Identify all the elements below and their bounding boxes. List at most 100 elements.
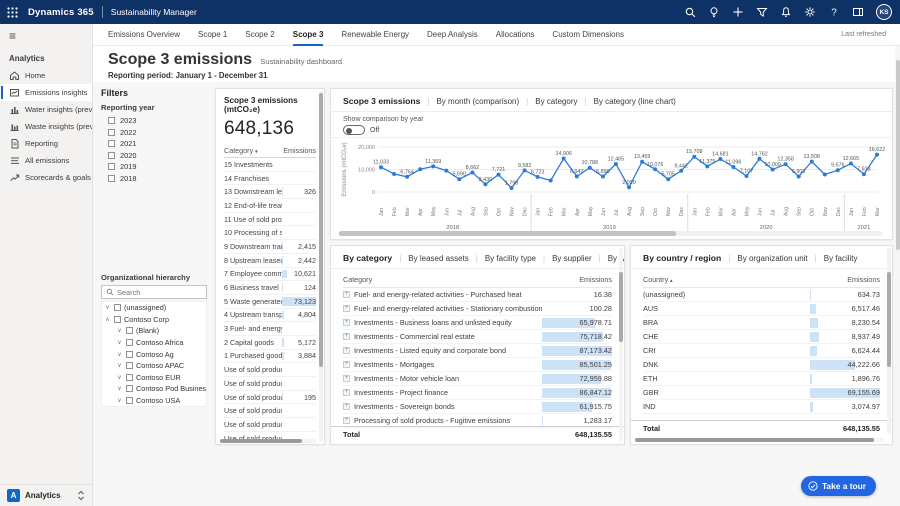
app-name[interactable]: Sustainability Manager [111,7,197,17]
lightbulb-icon[interactable] [704,2,724,22]
expand-icon[interactable]: + [343,333,350,340]
category-vertical-scrollbar[interactable] [619,248,623,442]
table-row[interactable]: +Fuel- and energy-related activities - P… [343,288,612,302]
chevron-down-icon[interactable]: ∨ [116,374,123,381]
chart-tab-by-category-line-chart[interactable]: By category (line chart) [594,97,676,106]
table-row[interactable]: +Fuel- and energy-related activities - S… [343,302,612,316]
tree-node-unassigned[interactable]: ∨(unassigned) [102,302,206,314]
chevron-down-icon[interactable]: ∨ [116,351,123,358]
tab-scope-1[interactable]: Scope 1 [198,24,227,46]
line-chart[interactable]: 010,00020,000Emissions (mtCO₂e)201820192… [331,138,892,234]
category-tab-by-facility-type[interactable]: By facility type [485,254,536,263]
tree-node-contoso-apac[interactable]: ∨Contoso APAC [102,360,206,372]
table-row[interactable]: 6 Business travel124 [224,281,316,295]
table-row[interactable]: BRA8,230.54 [643,316,880,330]
expand-icon[interactable]: + [343,417,350,424]
category-table-header[interactable]: Category Emissions [343,271,612,288]
tree-node-blank[interactable]: ∨(Blank) [102,325,206,337]
table-row[interactable]: (unassigned)634.73 [643,288,880,302]
feedback-icon[interactable] [848,2,868,22]
tree-node-contoso-pod-business[interactable]: ∨Contoso Pod Business [102,383,206,395]
tab-renewable-energy[interactable]: Renewable Energy [341,24,409,46]
checkbox[interactable] [108,152,115,159]
tab-scope-3[interactable]: Scope 3 [293,24,324,46]
category-tab-by-supplier[interactable]: By supplier [552,254,592,263]
table-row[interactable]: +Investments - Listed equity and corpora… [343,344,612,358]
table-row[interactable]: +Investments - Sovereign bonds61,915.75 [343,400,612,414]
checkbox[interactable] [108,163,115,170]
sidebar-item-home[interactable]: Home [0,67,92,84]
settings-icon[interactable] [800,2,820,22]
org-search-box[interactable] [101,285,207,299]
checkbox[interactable] [126,397,133,404]
year-filter-2021[interactable]: 2021 [101,138,207,150]
filter-icon[interactable] [752,2,772,22]
checkbox[interactable] [108,140,115,147]
tree-node-contoso-corp[interactable]: ∧Contoso Corp [102,314,206,326]
table-row[interactable]: Use of sold product... [224,404,316,418]
checkbox[interactable] [126,327,133,334]
table-row[interactable]: 7 Employee commu...10,621 [224,268,316,282]
search-icon[interactable] [680,2,700,22]
year-filter-2018[interactable]: 2018 [101,173,207,185]
table-row[interactable]: Use of sold product... [224,418,316,432]
hamburger-menu-icon[interactable]: ≡ [0,24,92,48]
tree-node-contoso-africa[interactable]: ∨Contoso Africa [102,337,206,349]
sidebar-item-emissions-insights[interactable]: Emissions insights [0,84,92,101]
table-row[interactable]: 14 Franchises [224,172,316,186]
table-row[interactable]: +Investments - Motor vehicle loan72,959.… [343,372,612,386]
table-row[interactable]: 8 Upstream leased ...2,442 [224,254,316,268]
take-a-tour-button[interactable]: Take a tour [801,476,876,496]
table-row[interactable]: 2 Capital goods5,172 [224,336,316,350]
chart-tab-by-month-comparison[interactable]: By month (comparison) [436,97,519,106]
year-filter-2023[interactable]: 2023 [101,115,207,127]
chevron-down-icon[interactable]: ∨ [116,385,123,392]
checkbox[interactable] [126,351,133,358]
waffle-menu-icon[interactable] [0,0,24,24]
expand-icon[interactable]: + [343,347,350,354]
chevron-down-icon[interactable]: ∨ [104,304,111,311]
sidebar-item-all-emissions[interactable]: All emissions [0,152,92,169]
table-row[interactable]: IND3,074.97 [643,400,880,414]
checkbox[interactable] [114,304,121,311]
table-row[interactable]: ETH1,896.76 [643,372,880,386]
checkbox[interactable] [114,316,121,323]
table-row[interactable]: CHE8,937.49 [643,330,880,344]
tab-custom-dimensions[interactable]: Custom Dimensions [552,24,624,46]
help-icon[interactable]: ? [824,2,844,22]
table-row[interactable]: DNK44,222.66 [643,358,880,372]
checkbox[interactable] [108,117,115,124]
expand-icon[interactable]: + [343,291,350,298]
country-vertical-scrollbar[interactable] [887,248,891,434]
table-row[interactable]: +Investments - Mortgages85,501.25 [343,358,612,372]
checkbox[interactable] [108,175,115,182]
table-row[interactable]: CRI6,624.44 [643,344,880,358]
year-filter-2022[interactable]: 2022 [101,127,207,139]
category-tab-by-leased-assets[interactable]: By leased assets [408,254,468,263]
year-filter-2020[interactable]: 2020 [101,150,207,162]
table-row[interactable]: 9 Downstream tran...2,415 [224,240,316,254]
table-row[interactable]: Use of sold product... [224,363,316,377]
expand-icon[interactable]: + [343,305,350,312]
org-search-input[interactable] [117,288,187,297]
country-tab-by-facility[interactable]: By facility [824,254,858,263]
table-row[interactable]: 12 End-of-life treat... [224,199,316,213]
expand-icon[interactable]: + [343,361,350,368]
table-row[interactable]: GBR69,155.69 [643,386,880,400]
chevron-down-icon[interactable]: ∨ [116,327,123,334]
category-tab-by-category[interactable]: By category [343,253,392,263]
summary-horizontal-scrollbar[interactable] [220,439,316,443]
table-row[interactable]: Use of sold product...195 [224,391,316,405]
summary-table-header[interactable]: Category▼ Emissions [224,146,316,158]
chevron-down-icon[interactable]: ∨ [116,397,123,404]
tab-deep-analysis[interactable]: Deep Analysis [427,24,478,46]
checkbox[interactable] [126,374,133,381]
chart-tab-scope-3-emissions[interactable]: Scope 3 emissions [343,96,420,106]
country-tab-by-organization-unit[interactable]: By organization unit [737,254,807,263]
expand-icon[interactable]: + [343,375,350,382]
table-row[interactable]: +Investments - Commercial real estate75,… [343,330,612,344]
table-row[interactable]: 13 Downstream lea...326 [224,185,316,199]
page-vertical-scrollbar[interactable] [895,46,900,506]
sidebar-item-reporting[interactable]: Reporting [0,135,92,152]
table-row[interactable]: 15 Investments [224,158,316,172]
